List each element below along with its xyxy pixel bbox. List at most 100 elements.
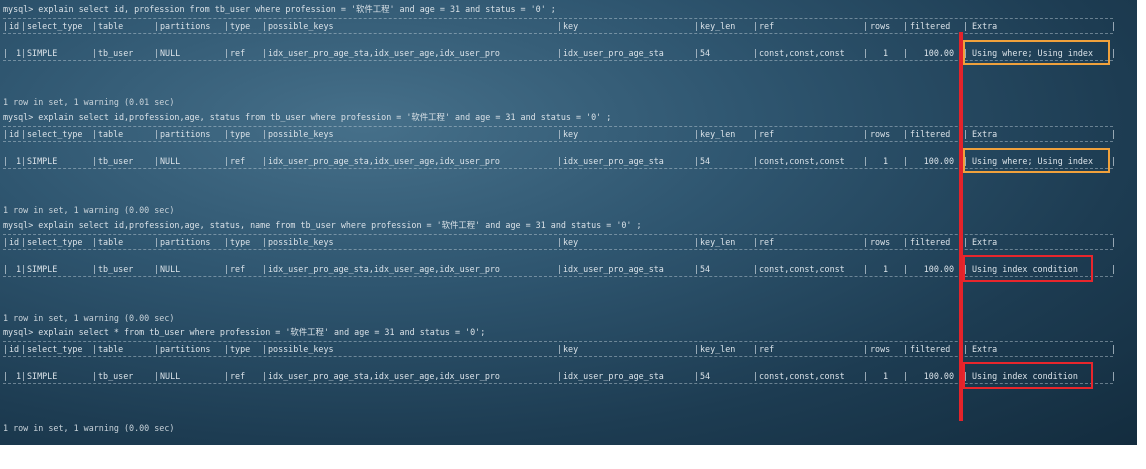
header-cell-extra: Extra — [972, 21, 998, 31]
annotation-vertical-line — [959, 32, 963, 421]
header-cell-id: id — [9, 21, 20, 31]
result-cell-possible-keys: idx_user_pro_age_sta,idx_user_age,idx_us… — [268, 371, 500, 381]
result-cell-possible-keys: idx_user_pro_age_sta,idx_user_age,idx_us… — [268, 264, 500, 274]
column-separator: | — [3, 237, 9, 247]
header-cell-filtered: filtered — [910, 21, 951, 31]
result-cell-ref: const,const,const — [759, 264, 845, 274]
extra-highlight-box — [963, 362, 1093, 389]
result-cell-filtered: 100.00 — [923, 371, 954, 381]
header-cell-extra: Extra — [972, 344, 998, 354]
terminal-window[interactable]: mysql> explain select id, profession fro… — [0, 0, 1137, 445]
column-separator: | — [21, 344, 27, 354]
header-cell-ref: ref — [759, 129, 775, 139]
header-cell-select-type: select_type — [27, 129, 83, 139]
column-separator: | — [903, 129, 909, 139]
column-separator: | — [21, 21, 27, 31]
header-cell-rows: rows — [870, 237, 891, 247]
header-cell-type: type — [230, 344, 251, 354]
header-cell-possible-keys: possible_keys — [268, 237, 334, 247]
header-cell-type: type — [230, 21, 251, 31]
result-cell-rows: 1 — [882, 156, 888, 166]
result-cell-key-len: 54 — [700, 371, 711, 381]
header-cell-type: type — [230, 237, 251, 247]
result-cell-possible-keys: idx_user_pro_age_sta,idx_user_age,idx_us… — [268, 48, 500, 58]
result-cell-rows: 1 — [882, 48, 888, 58]
header-cell-partitions: partitions — [160, 129, 211, 139]
header-cell-select-type: select_type — [27, 237, 83, 247]
column-separator: | — [21, 129, 27, 139]
query-summary: 1 row in set, 1 warning (0.01 sec) — [3, 97, 175, 107]
result-cell-partitions: NULL — [160, 48, 181, 58]
result-cell-ref: const,const,const — [759, 48, 845, 58]
result-cell-type: ref — [230, 264, 246, 274]
header-cell-filtered: filtered — [910, 237, 951, 247]
result-cell-id: 1 — [15, 48, 21, 58]
result-cell-type: ref — [230, 48, 246, 58]
column-separator: | — [3, 129, 9, 139]
header-cell-filtered: filtered — [910, 129, 951, 139]
column-separator: | — [21, 264, 27, 274]
column-separator: | — [963, 21, 969, 31]
header-cell-possible-keys: possible_keys — [268, 21, 334, 31]
result-cell-rows: 1 — [882, 371, 888, 381]
header-cell-table: table — [98, 129, 124, 139]
header-cell-filtered: filtered — [910, 344, 951, 354]
result-cell-id: 1 — [15, 156, 21, 166]
header-cell-ref: ref — [759, 344, 775, 354]
result-cell-ref: const,const,const — [759, 371, 845, 381]
extra-highlight-box — [963, 255, 1093, 282]
column-separator: | — [963, 344, 969, 354]
column-separator: | — [694, 237, 700, 247]
result-cell-key-len: 54 — [700, 48, 711, 58]
result-cell-select-type: SIMPLE — [27, 156, 58, 166]
header-cell-table: table — [98, 344, 124, 354]
column-separator: | — [694, 156, 700, 166]
result-cell-key-len: 54 — [700, 156, 711, 166]
header-cell-key-len: key_len — [700, 344, 736, 354]
column-separator: | — [694, 344, 700, 354]
header-cell-possible-keys: possible_keys — [268, 129, 334, 139]
column-separator: | — [963, 129, 969, 139]
header-cell-select-type: select_type — [27, 344, 83, 354]
header-cell-key: key — [563, 129, 579, 139]
table-border — [3, 383, 1113, 384]
table-border — [3, 60, 1113, 61]
header-cell-id: id — [9, 237, 20, 247]
header-cell-key-len: key_len — [700, 129, 736, 139]
result-cell-key: idx_user_pro_age_sta — [563, 264, 664, 274]
result-cell-type: ref — [230, 371, 246, 381]
column-separator: | — [3, 264, 9, 274]
column-separator: | — [3, 156, 9, 166]
extra-highlight-box — [963, 148, 1110, 173]
column-separator: | — [21, 156, 27, 166]
extra-highlight-box — [963, 40, 1110, 65]
result-cell-partitions: NULL — [160, 156, 181, 166]
header-cell-table: table — [98, 237, 124, 247]
header-cell-partitions: partitions — [160, 237, 211, 247]
result-cell-filtered: 100.00 — [923, 264, 954, 274]
table-border — [3, 33, 1113, 34]
result-cell-select-type: SIMPLE — [27, 371, 58, 381]
column-separator: | — [3, 21, 9, 31]
result-cell-select-type: SIMPLE — [27, 264, 58, 274]
header-cell-rows: rows — [870, 129, 891, 139]
header-cell-key: key — [563, 237, 579, 247]
table-border — [3, 356, 1113, 357]
result-cell-key: idx_user_pro_age_sta — [563, 371, 664, 381]
header-cell-ref: ref — [759, 237, 775, 247]
header-cell-key-len: key_len — [700, 21, 736, 31]
query-summary: 1 row in set, 1 warning (0.00 sec) — [3, 423, 175, 433]
query-summary: 1 row in set, 1 warning (0.00 sec) — [3, 205, 175, 215]
column-separator: | — [3, 344, 9, 354]
table-border — [3, 276, 1113, 277]
header-cell-extra: Extra — [972, 237, 998, 247]
header-cell-type: type — [230, 129, 251, 139]
header-cell-key-len: key_len — [700, 237, 736, 247]
column-separator: | — [903, 371, 909, 381]
header-cell-possible-keys: possible_keys — [268, 344, 334, 354]
query-summary: 1 row in set, 1 warning (0.00 sec) — [3, 313, 175, 323]
result-cell-table: tb_user — [98, 48, 134, 58]
column-separator: | — [21, 371, 27, 381]
table-border — [3, 141, 1113, 142]
column-separator: | — [903, 237, 909, 247]
